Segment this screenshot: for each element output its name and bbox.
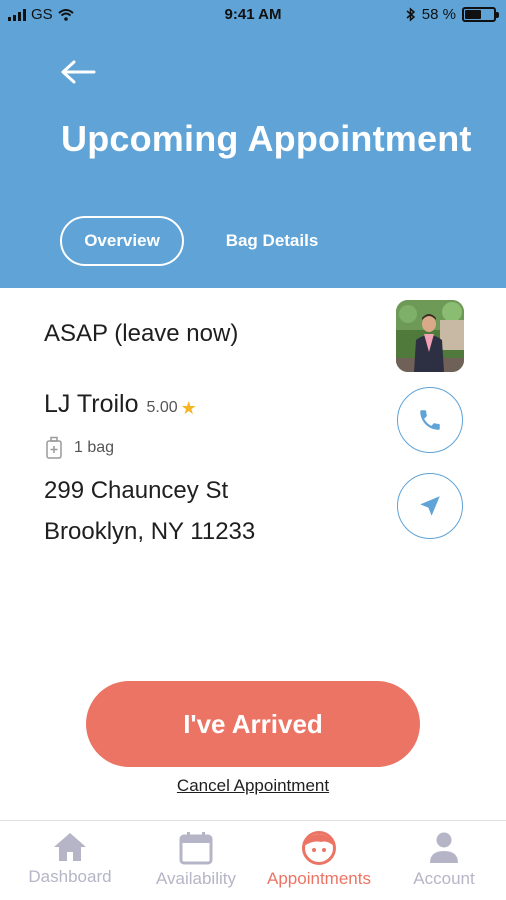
nav-account[interactable]: Account (381, 831, 506, 889)
bag-count-row: 1 bag (44, 436, 114, 460)
address-line-2: Brooklyn, NY 11233 (44, 518, 256, 545)
person-icon (430, 832, 458, 863)
bag-count: 1 bag (74, 439, 115, 456)
star-icon: ★ (180, 397, 197, 418)
battery-icon (462, 7, 499, 22)
appointment-time: ASAP (leave now) (44, 320, 239, 347)
calendar-icon (179, 832, 213, 865)
face-icon (302, 831, 336, 865)
nav-appointments[interactable]: Appointments (256, 831, 382, 889)
nav-dashboard[interactable]: Dashboard (7, 831, 133, 887)
rating-value: 5.00 (146, 399, 178, 416)
bottom-nav: Dashboard Availability Appointments Acco… (0, 820, 506, 900)
home-icon (54, 833, 86, 861)
navigation-arrow-icon (420, 496, 440, 516)
bag-icon (46, 436, 62, 459)
battery-percent: 58 % (421, 6, 456, 23)
phone-icon (420, 410, 440, 430)
page-title: Upcoming Appointment (61, 118, 472, 159)
provider-row: LJ Troilo 5.00 ★ (44, 390, 197, 419)
back-button[interactable] (58, 56, 98, 88)
navigate-button[interactable] (397, 473, 463, 539)
arrived-button[interactable]: I've Arrived (86, 681, 420, 767)
provider-name: LJ Troilo (44, 390, 139, 418)
call-button[interactable] (397, 387, 463, 453)
tab-bag-details[interactable]: Bag Details (210, 216, 334, 266)
nav-appointments-label: Appointments (267, 869, 371, 888)
avatar[interactable] (396, 300, 464, 372)
tab-overview[interactable]: Overview (60, 216, 184, 266)
provider-rating: 5.00 ★ (146, 398, 196, 419)
status-bar: GS 9:41 AM 58 % (0, 0, 506, 30)
cancel-appointment-row: Cancel Appointment (0, 776, 506, 796)
nav-account-label: Account (413, 869, 475, 888)
back-arrow-icon (61, 60, 96, 84)
nav-dashboard-label: Dashboard (28, 867, 112, 886)
cancel-appointment-link[interactable]: Cancel Appointment (177, 776, 329, 795)
address-line-1: 299 Chauncey St (44, 477, 229, 504)
bluetooth-icon (406, 7, 415, 22)
nav-availability[interactable]: Availability (133, 831, 259, 889)
header: GS 9:41 AM 58 % Upcoming Appointment Ove… (0, 0, 506, 288)
status-right: 58 % (406, 6, 499, 23)
avatar-photo (396, 300, 464, 372)
nav-availability-label: Availability (155, 869, 236, 888)
